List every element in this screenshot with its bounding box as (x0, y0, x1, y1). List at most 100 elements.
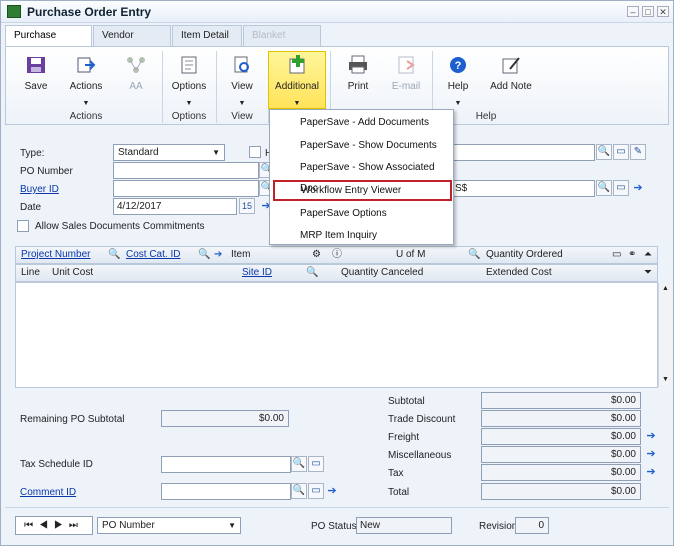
expand-arrow-icon[interactable]: ➔ (325, 485, 339, 499)
help-icon: ? (447, 55, 469, 75)
lookup-icon[interactable]: 🔍 (291, 456, 307, 472)
scroll-up-icon[interactable]: ▲ (662, 285, 669, 292)
menu-item-papersave-options[interactable]: PaperSave Options (272, 203, 451, 224)
miscellaneous-label: Miscellaneous (388, 450, 452, 461)
email-button: E-mail (382, 51, 430, 107)
miscellaneous-value[interactable]: $0.00 (481, 446, 641, 463)
comment-id-input[interactable] (161, 483, 291, 500)
cost-cat-id-link[interactable]: Cost Cat. ID (126, 247, 180, 263)
view-button[interactable]: View ▼ (218, 51, 266, 107)
type-label: Type: (20, 148, 45, 159)
tax-schedule-input[interactable] (161, 456, 291, 473)
remaining-po-subtotal-label: Remaining PO Subtotal (20, 414, 125, 425)
lookup-icon[interactable]: 🔍 (596, 180, 612, 196)
actions-button[interactable]: Actions ▼ (62, 51, 110, 107)
note-icon[interactable]: ▭ (308, 456, 324, 472)
tax-value[interactable]: $0.00 (481, 464, 641, 481)
print-button[interactable]: Print (334, 51, 382, 107)
quantity-ordered-column-header: Quantity Ordered (486, 249, 563, 260)
additional-button[interactable]: Additional ▼ (268, 51, 326, 107)
trade-discount-value[interactable]: $0.00 (481, 410, 641, 427)
options-icon (178, 55, 200, 75)
gear-icon[interactable]: ⚙ (312, 247, 321, 263)
expand-arrow-icon[interactable]: ➔ (214, 247, 222, 263)
expand-arrow-icon[interactable]: ➔ (644, 448, 658, 462)
ribbon-divider (162, 51, 163, 123)
sort-by-select[interactable]: PO Number ▼ (97, 517, 241, 534)
u-of-m-column-header: U of M (396, 249, 426, 260)
minimize-button[interactable]: – (627, 6, 639, 17)
expand-arrow-icon[interactable]: ➔ (631, 182, 645, 196)
menu-item-papersave-show-documents[interactable]: PaperSave - Show Documents (272, 135, 451, 156)
save-button[interactable]: Save (12, 51, 60, 107)
comment-id-link[interactable]: Comment ID (20, 487, 76, 498)
po-number-input[interactable] (113, 162, 259, 179)
lookup-icon[interactable]: 🔍 (291, 483, 307, 499)
line-items-grid[interactable]: ▲ ▼ (15, 282, 672, 388)
total-value: $0.00 (481, 483, 641, 500)
note-icon[interactable]: ▭ (612, 247, 621, 263)
group-label-actions: Actions (69, 111, 103, 122)
remaining-po-subtotal-value: $0.00 (161, 410, 289, 427)
site-id-link[interactable]: Site ID (242, 265, 272, 281)
title-bar: Purchase Order Entry – □ ✕ (1, 1, 673, 23)
allow-sales-checkbox[interactable] (17, 220, 29, 232)
subtotal-label: Subtotal (388, 396, 425, 407)
note-icon[interactable]: ▭ (308, 483, 324, 499)
add-note-button[interactable]: Add Note (484, 51, 538, 107)
allow-sales-label: Allow Sales Documents Commitments (35, 221, 205, 232)
note-icon[interactable]: ▭ (613, 144, 629, 160)
vertical-scrollbar[interactable]: ▲ ▼ (658, 283, 672, 387)
chevron-down-icon: ▼ (212, 148, 220, 157)
buyer-id-link[interactable]: Buyer ID (20, 184, 59, 195)
date-input[interactable]: 4/12/2017 (113, 198, 237, 215)
link-icon[interactable]: ⚭ (628, 247, 636, 263)
po-status-value: New (356, 517, 452, 534)
extended-cost-column-header: Extended Cost (486, 267, 552, 278)
menu-item-workflow-entry-viewer[interactable]: Workflow Entry Viewer (273, 180, 452, 201)
po-status-label: PO Status (311, 521, 357, 532)
calendar-icon[interactable]: 15 (239, 198, 255, 214)
collapse-rows-icon[interactable]: ⏶ (644, 247, 652, 263)
menu-item-papersave-show-associated-doc[interactable]: PaperSave - Show Associated Doc (272, 157, 451, 194)
lookup-icon[interactable]: 🔍 (108, 247, 120, 263)
svg-text:?: ? (455, 60, 462, 72)
menu-item-papersave-add-documents[interactable]: PaperSave - Add Documents (272, 112, 451, 133)
type-select[interactable]: Standard ▼ (113, 144, 225, 161)
currency-id-input[interactable]: S$ (451, 180, 595, 197)
expand-rows-icon[interactable]: ⏷ (644, 265, 652, 281)
help-button[interactable]: ? Help ▼ (434, 51, 482, 107)
note-icon (500, 55, 522, 75)
restore-button[interactable]: □ (642, 6, 654, 17)
scroll-down-icon[interactable]: ▼ (662, 376, 669, 383)
vendor-name-input[interactable] (451, 144, 595, 161)
tab-purchase-order[interactable]: Purchase Order (5, 25, 92, 61)
project-number-link[interactable]: Project Number (21, 247, 90, 263)
quantity-canceled-column-header: Quantity Canceled (341, 267, 424, 278)
ribbon-divider (216, 51, 217, 123)
hold-checkbox[interactable] (249, 146, 261, 158)
buyer-id-input[interactable] (113, 180, 259, 197)
lookup-icon[interactable]: 🔍 (306, 265, 318, 281)
sort-by-value: PO Number (102, 520, 155, 531)
chevron-down-icon: ▼ (228, 521, 236, 530)
note-icon[interactable]: ▭ (613, 180, 629, 196)
view-icon (231, 55, 253, 75)
options-button[interactable]: Options ▼ (164, 51, 214, 107)
menu-item-mrp-item-inquiry[interactable]: MRP Item Inquiry (272, 225, 451, 246)
lookup-icon[interactable]: 🔍 (596, 144, 612, 160)
expand-arrow-icon[interactable]: ➔ (644, 466, 658, 480)
lookup-icon[interactable]: 🔍 (198, 247, 210, 263)
purchase-order-entry-window: Purchase Order Entry – □ ✕ Purchase Orde… (0, 0, 674, 546)
expand-arrow-icon[interactable]: ➔ (644, 430, 658, 444)
tab-vendor-detail[interactable]: Vendor Detail (93, 25, 171, 61)
record-navigation[interactable]: ⏮◀▶⏭ (15, 516, 93, 535)
edit-icon[interactable]: ✎ (630, 144, 646, 160)
close-button[interactable]: ✕ (657, 6, 669, 17)
group-label-options: Options (171, 111, 207, 122)
lookup-icon[interactable]: 🔍 (468, 247, 480, 263)
freight-value[interactable]: $0.00 (481, 428, 641, 445)
footer-divider (5, 507, 669, 508)
tab-item-detail[interactable]: Item Detail (172, 25, 242, 46)
info-icon[interactable]: ⓘ (332, 247, 342, 263)
